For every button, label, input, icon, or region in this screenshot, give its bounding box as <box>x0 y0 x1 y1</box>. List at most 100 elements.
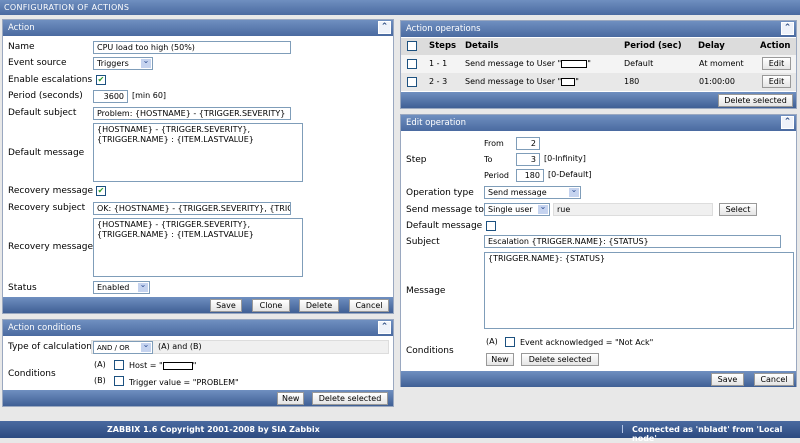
condition-a-id: (A) <box>94 360 106 369</box>
period-input[interactable]: 180 <box>516 169 544 182</box>
panel-title: Action conditions <box>8 323 82 333</box>
connection-status: Connected as 'nbladt' from 'Local node' <box>632 425 783 443</box>
operations-button-bar: Delete selected <box>401 92 796 108</box>
cancel-button[interactable]: Cancel <box>349 299 389 312</box>
to-input[interactable]: 3 <box>516 153 540 166</box>
condition-a-checkbox[interactable] <box>114 360 124 370</box>
condition-text: Event acknowledged = "Not Ack" <box>520 338 654 347</box>
save-button[interactable]: Save <box>210 299 242 312</box>
select-all-checkbox[interactable] <box>407 41 417 51</box>
col-details: Details <box>465 41 499 51</box>
operation-type-select[interactable]: Send message <box>484 186 581 199</box>
row-steps: 1 - 1 <box>429 59 448 68</box>
calc-label: Type of calculation <box>8 342 92 352</box>
col-period: Period (sec) <box>624 41 682 51</box>
panel-title: Action operations <box>406 24 481 34</box>
default-message-label: Default message <box>406 221 483 231</box>
footer-divider: | <box>621 424 624 433</box>
status-select[interactable]: Enabled <box>93 281 150 294</box>
subject-input[interactable]: Escalation {TRIGGER.NAME}: {STATUS} <box>484 235 781 248</box>
condition-checkbox[interactable] <box>505 337 515 347</box>
period-label: Period (seconds) <box>8 91 83 101</box>
condition-b-text: Trigger value = "PROBLEM" <box>129 378 239 387</box>
collapse-icon[interactable]: ⌃ <box>378 21 391 34</box>
row-delay: 01:00:00 <box>699 77 735 86</box>
send-to-label: Send message to <box>406 205 484 215</box>
conditions-label: Conditions <box>8 369 56 379</box>
edit-button[interactable]: Edit <box>762 57 791 70</box>
recovery-message-checkbox[interactable]: ✔ <box>96 186 106 196</box>
col-steps: Steps <box>429 41 457 51</box>
message-textarea[interactable]: {TRIGGER.NAME}: {STATUS} <box>484 252 794 329</box>
recovery-subject-label: Recovery subject <box>8 203 86 213</box>
from-input[interactable]: 2 <box>516 137 540 150</box>
collapse-icon[interactable]: ⌃ <box>781 22 794 35</box>
delete-selected-conditions-button[interactable]: Delete selected <box>312 392 388 405</box>
recovery-subject-input[interactable]: OK: {HOSTNAME} - {TRIGGER.SEVERITY}, {TR… <box>93 202 291 215</box>
default-message-checkbox[interactable] <box>486 221 496 231</box>
default-message-textarea[interactable]: {HOSTNAME} - {TRIGGER.SEVERITY}, {TRIGGE… <box>93 123 303 182</box>
event-source-label: Event source <box>8 58 67 68</box>
new-condition-button[interactable]: New <box>486 353 514 366</box>
recovery-message-textarea[interactable]: {HOSTNAME} - {TRIGGER.SEVERITY}, {TRIGGE… <box>93 218 303 277</box>
save-operation-button[interactable]: Save <box>711 373 744 386</box>
table-row: 1 - 1 Send message to User " " Default At… <box>401 55 796 73</box>
delete-button[interactable]: Delete <box>299 299 339 312</box>
new-condition-button[interactable]: New <box>277 392 304 405</box>
event-source-select[interactable]: Triggers <box>93 57 153 70</box>
to-label: To <box>484 155 493 164</box>
select-user-button[interactable]: Select <box>719 203 757 216</box>
condition-b-checkbox[interactable] <box>114 376 124 386</box>
details-pre: Send message to User " <box>465 59 562 68</box>
collapse-icon[interactable]: ⌃ <box>781 116 794 129</box>
row-delay: At moment <box>699 59 744 68</box>
edit-button-bar: Save Cancel <box>401 371 796 387</box>
condition-a-pre: Host = " <box>129 361 163 370</box>
row-checkbox[interactable] <box>407 59 417 69</box>
page-header: CONFIGURATION OF ACTIONS <box>0 0 800 15</box>
row-steps: 2 - 3 <box>429 77 448 86</box>
enable-escalations-checkbox[interactable]: ✔ <box>96 75 106 85</box>
footer: ZABBIX 1.6 Copyright 2001-2008 by SIA Za… <box>0 421 800 443</box>
step-label: Step <box>406 155 427 165</box>
period-label: Period <box>484 171 509 180</box>
conditions-button-bar: New Delete selected <box>3 390 393 406</box>
clone-button[interactable]: Clone <box>252 299 290 312</box>
enable-escalations-label: Enable escalations <box>8 75 93 85</box>
col-delay: Delay <box>698 41 725 51</box>
condition-a-post: " <box>192 361 197 370</box>
default-message-label: Default message <box>8 148 85 158</box>
from-label: From <box>484 139 504 148</box>
row-period: 180 <box>624 77 640 86</box>
copyright-text: ZABBIX 1.6 Copyright 2001-2008 by SIA Za… <box>107 425 320 434</box>
operations-panel: Action operations ⌃ Steps Details Period … <box>400 20 797 109</box>
send-to-select[interactable]: Single user <box>484 203 550 216</box>
default-subject-input[interactable]: Problem: {HOSTNAME} - {TRIGGER.SEVERITY} <box>93 107 291 120</box>
send-to-user-field: rue <box>553 203 713 216</box>
action-panel: Action ⌃ Name CPU load too high (50%) Eve… <box>2 19 394 314</box>
cancel-operation-button[interactable]: Cancel <box>754 373 794 386</box>
table-row: 2 - 3 Send message to User " " 180 01:00:… <box>401 73 796 91</box>
period-input[interactable]: 3600 <box>93 90 128 103</box>
action-button-bar: Save Clone Delete Cancel <box>3 297 393 313</box>
status-label: Status <box>8 283 37 293</box>
row-details: Send message to User " " <box>465 77 579 86</box>
condition-b-id: (B) <box>94 376 106 385</box>
details-pre: Send message to User " <box>465 77 562 86</box>
row-checkbox[interactable] <box>407 77 417 87</box>
condition-a-text: Host = " " <box>129 361 196 370</box>
row-period: Default <box>624 59 654 68</box>
conditions-panel: Action conditions ⌃ Type of calculation A… <box>2 319 394 407</box>
operation-type-label: Operation type <box>406 188 474 198</box>
delete-selected-condition-button[interactable]: Delete selected <box>521 353 599 366</box>
conditions-panel-header: Action conditions ⌃ <box>3 320 393 336</box>
details-post: " <box>575 77 579 86</box>
name-input[interactable]: CPU load too high (50%) <box>93 41 291 54</box>
edit-button[interactable]: Edit <box>762 75 791 88</box>
recovery-message-label: Recovery message <box>8 242 94 252</box>
calc-select[interactable]: AND / OR <box>93 341 153 354</box>
subject-label: Subject <box>406 237 440 247</box>
delete-selected-operations-button[interactable]: Delete selected <box>718 94 793 107</box>
collapse-icon[interactable]: ⌃ <box>378 321 391 334</box>
calc-expression: (A) and (B) <box>158 342 202 351</box>
